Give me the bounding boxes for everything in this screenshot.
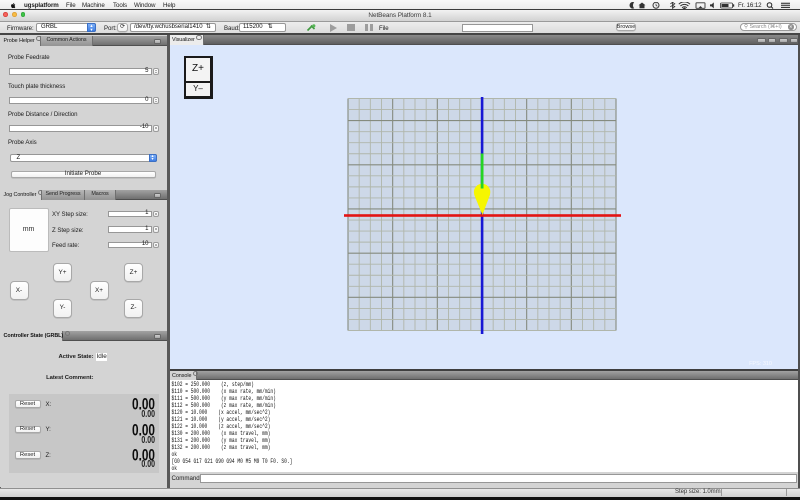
svg-text:FPS: 310: FPS: 310 — [749, 361, 772, 367]
